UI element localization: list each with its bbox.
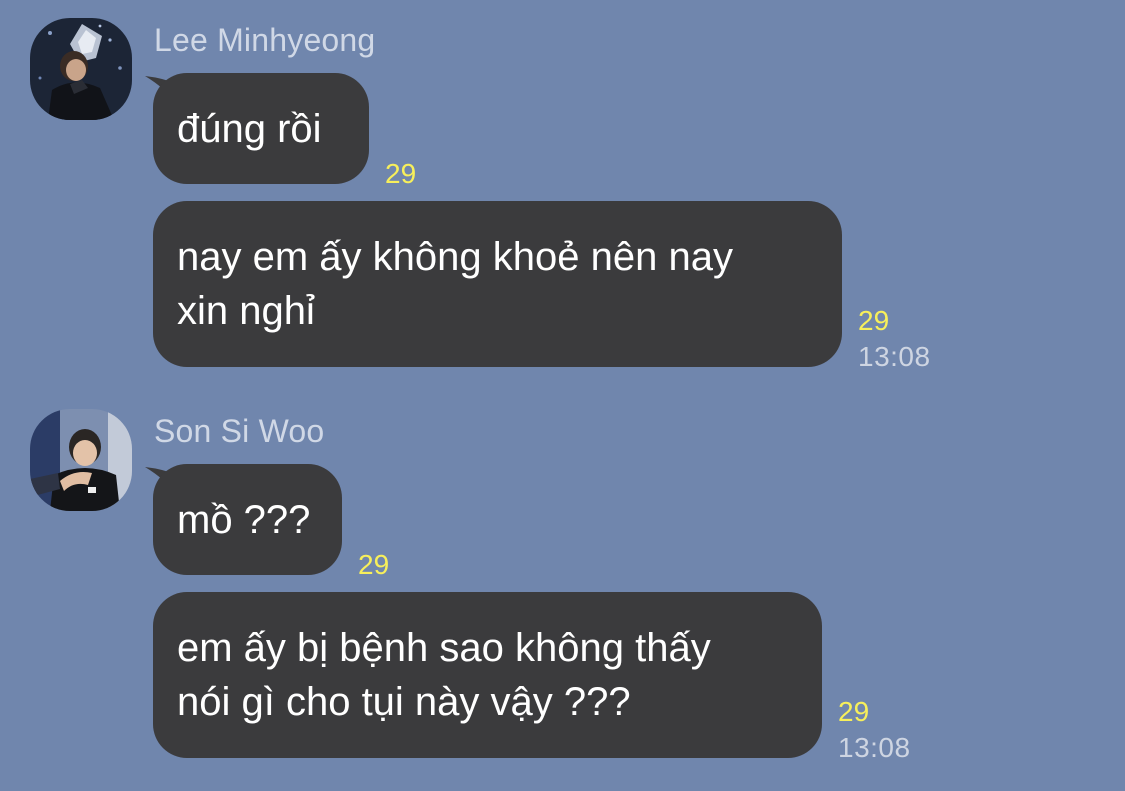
read-count: 29 [385,158,417,189]
message-time: 13:08 [838,732,911,763]
message-bubble[interactable]: đúng rồi [153,73,369,184]
message-bubble[interactable]: mồ ??? [153,464,342,575]
sender-name: Son Si Woo [154,413,325,449]
profile-photo-icon [30,18,132,120]
avatar[interactable] [30,409,132,511]
avatar[interactable] [30,18,132,120]
message-bubble[interactable]: em ấy bị bệnh sao không thấy nói gì cho … [153,592,822,758]
message-bubble[interactable]: nay em ấy không khoẻ nên nay xin nghỉ [153,201,842,367]
read-count: 29 [858,305,890,336]
profile-photo-icon [30,409,132,511]
read-count: 29 [358,549,390,580]
message-text-line: xin nghỉ [177,289,315,333]
message-text: mồ ??? [177,498,311,542]
message-text-line: nay em ấy không khoẻ nên nay [177,235,733,279]
message-text: đúng rồi [177,107,322,151]
sender-name: Lee Minhyeong [154,22,376,58]
message-text-line: nói gì cho tụi này vậy ??? [177,680,631,724]
message-text-line: em ấy bị bệnh sao không thấy [177,626,711,670]
message-time: 13:08 [858,341,931,372]
read-count: 29 [838,696,870,727]
